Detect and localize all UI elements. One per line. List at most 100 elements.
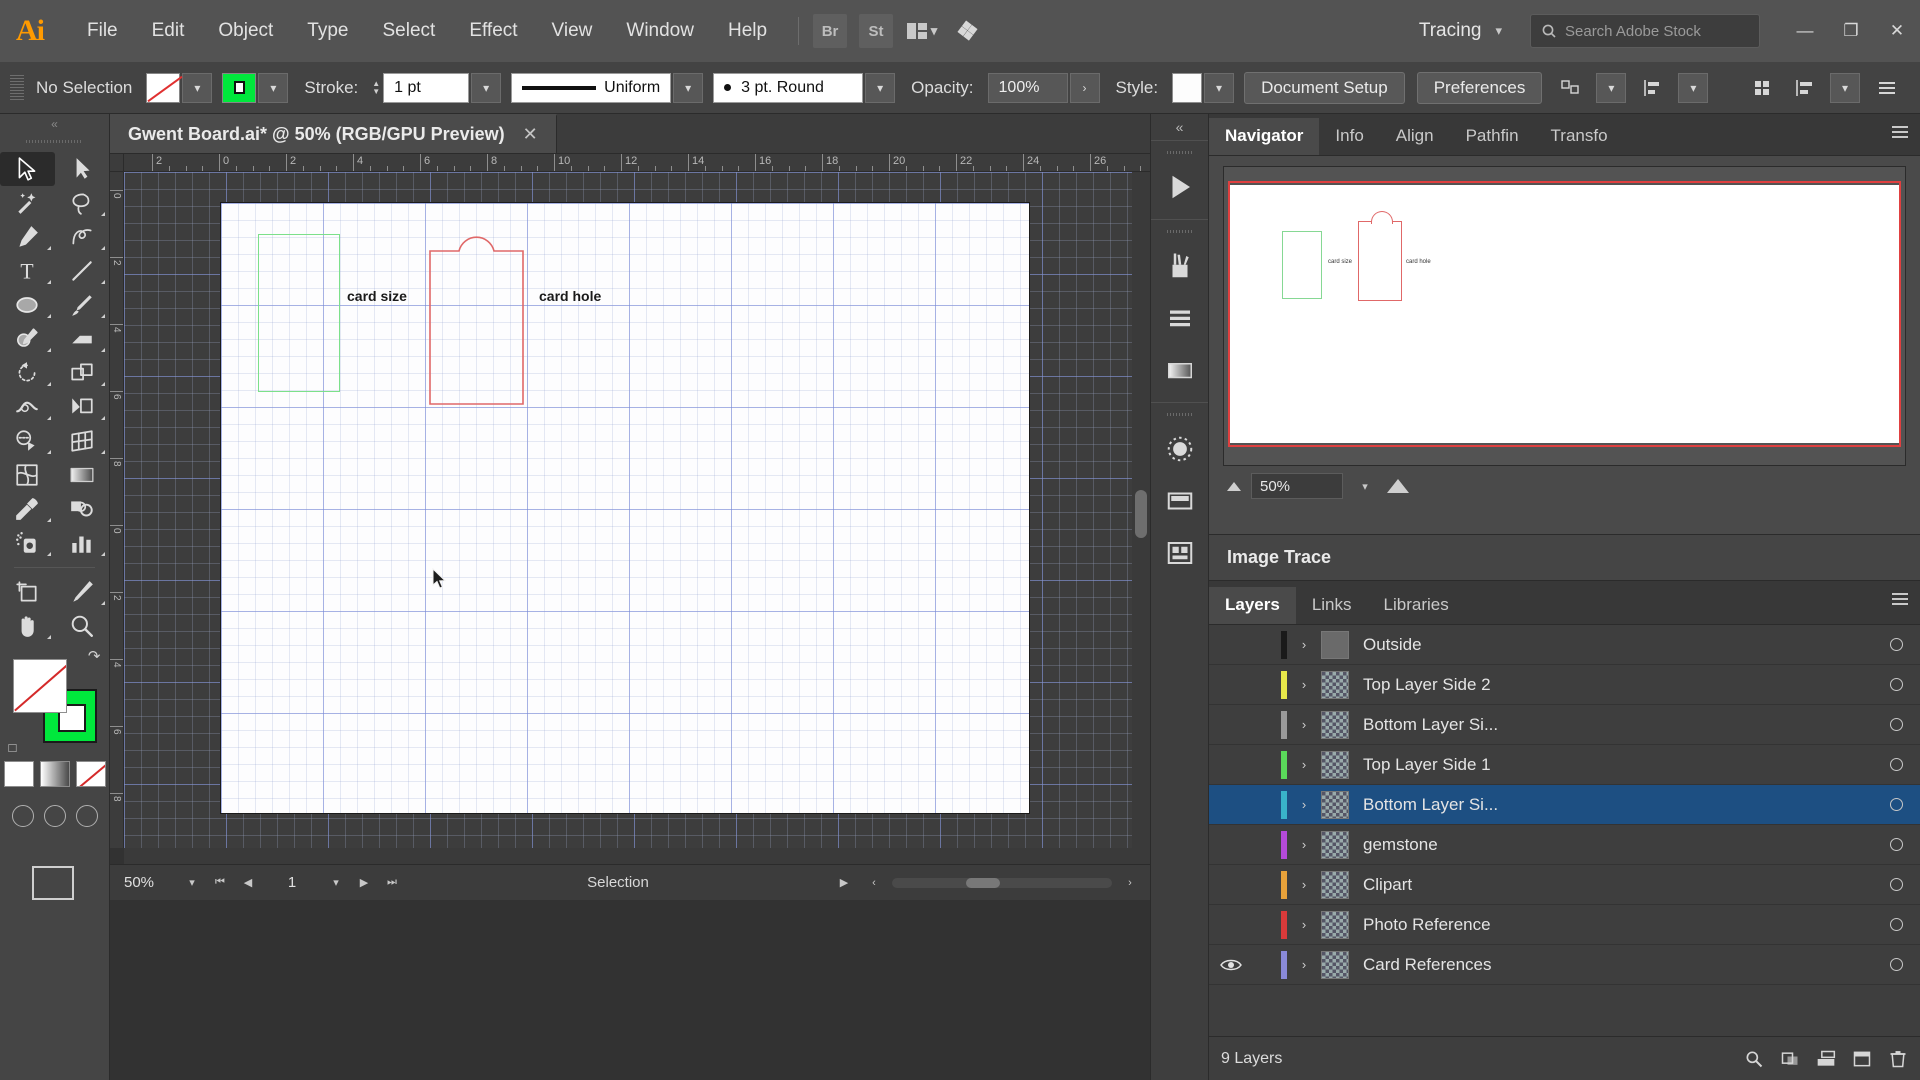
stock-icon[interactable]: St: [859, 14, 893, 48]
stroke-weight-dropdown[interactable]: ▾: [471, 73, 501, 103]
tab-align[interactable]: Align: [1380, 118, 1450, 155]
align-icon[interactable]: [1636, 73, 1670, 103]
tool-ellipse[interactable]: [0, 288, 55, 322]
opacity-options-button[interactable]: ›: [1070, 73, 1100, 103]
zoom-level-value[interactable]: 50%: [118, 871, 180, 895]
fill-color-swatch[interactable]: [146, 73, 180, 103]
rail-symbols-icon[interactable]: [1151, 292, 1208, 344]
tab-pathfinder[interactable]: Pathfin: [1450, 118, 1535, 155]
rail-grip-dots[interactable]: [1167, 409, 1192, 419]
zoom-dropdown-icon[interactable]: ▾: [180, 871, 204, 895]
layer-target-indicator[interactable]: [1872, 718, 1920, 731]
stroke-profile-dropdown[interactable]: ▾: [673, 73, 703, 103]
previous-artboard-button[interactable]: ◀: [236, 871, 260, 895]
tool-mesh[interactable]: [0, 458, 55, 492]
tool-gradient[interactable]: [55, 458, 110, 492]
status-scroll-right-icon[interactable]: ›: [1118, 871, 1142, 895]
chevron-right-icon[interactable]: ›: [1287, 837, 1321, 852]
tool-pen[interactable]: [0, 220, 55, 254]
tool-zoom[interactable]: [55, 609, 110, 643]
artboard-dropdown-icon[interactable]: ▾: [324, 871, 348, 895]
tool-shaper[interactable]: [0, 322, 55, 356]
rail-grip-dots[interactable]: [1167, 226, 1192, 236]
create-sublayer-icon[interactable]: [1816, 1049, 1836, 1069]
tool-free-transform[interactable]: [55, 390, 110, 424]
tool-artboard[interactable]: [0, 575, 55, 609]
tool-scale[interactable]: [55, 356, 110, 390]
default-fill-stroke-icon[interactable]: □: [9, 740, 17, 755]
next-artboard-button[interactable]: ▶: [352, 871, 376, 895]
canvas-vertical-scrollbar[interactable]: [1132, 172, 1150, 848]
rail-grip-dots[interactable]: [1167, 147, 1192, 157]
tool-type[interactable]: T: [0, 254, 55, 288]
status-scroll-left-icon[interactable]: ‹: [862, 871, 886, 895]
zoom-out-icon[interactable]: [1227, 482, 1241, 491]
rail-libraries-icon[interactable]: [1151, 527, 1208, 579]
draw-behind-button[interactable]: [44, 805, 66, 827]
fill-swatch-large[interactable]: [13, 659, 67, 713]
image-trace-panel-header[interactable]: Image Trace: [1209, 534, 1920, 581]
layer-row[interactable]: ›Photo Reference: [1209, 905, 1920, 945]
draw-inside-button[interactable]: [76, 805, 98, 827]
brush-definition-select[interactable]: 3 pt. Round: [713, 73, 863, 103]
rail-swatches-icon[interactable]: [1151, 475, 1208, 527]
layer-target-indicator[interactable]: [1872, 678, 1920, 691]
stroke-color-swatch[interactable]: [222, 73, 256, 103]
tab-navigator[interactable]: Navigator: [1209, 118, 1319, 155]
distribute-dropdown[interactable]: ▾: [1830, 73, 1860, 103]
tool-eraser[interactable]: [55, 322, 110, 356]
layer-name[interactable]: Outside: [1363, 635, 1872, 655]
menu-view[interactable]: View: [535, 14, 610, 48]
ruler-corner[interactable]: [110, 154, 124, 172]
graphic-style-swatch[interactable]: [1172, 73, 1202, 103]
tool-shape-builder[interactable]: [0, 424, 55, 458]
layer-name[interactable]: Top Layer Side 1: [1363, 755, 1872, 775]
artboard[interactable]: card size card hole: [220, 202, 1030, 814]
distribute-icon[interactable]: [1788, 73, 1822, 103]
first-artboard-button[interactable]: ⏮: [208, 871, 232, 895]
chevron-right-icon[interactable]: ›: [1287, 877, 1321, 892]
card-hole-shape[interactable]: [429, 223, 524, 405]
tab-transform[interactable]: Transfo: [1535, 118, 1624, 155]
chevron-right-icon[interactable]: ›: [1287, 957, 1321, 972]
maximize-button[interactable]: ❐: [1828, 0, 1874, 62]
menu-window[interactable]: Window: [609, 14, 711, 48]
canvas-area[interactable]: card size card hole: [124, 172, 1150, 848]
opacity-value[interactable]: 100%: [988, 73, 1068, 103]
tool-perspective-grid[interactable]: [55, 424, 110, 458]
arrange-documents-icon[interactable]: ▾: [905, 14, 939, 48]
layer-row[interactable]: ›Card References: [1209, 945, 1920, 985]
layer-target-indicator[interactable]: [1872, 758, 1920, 771]
chevron-right-icon[interactable]: ›: [1287, 717, 1321, 732]
minimize-button[interactable]: —: [1782, 0, 1828, 62]
bridge-icon[interactable]: Br: [813, 14, 847, 48]
layers-panel-options-icon[interactable]: [1890, 591, 1910, 612]
menu-effect[interactable]: Effect: [452, 14, 534, 48]
screen-mode-button[interactable]: [0, 870, 110, 900]
grid-view-icon[interactable]: [1748, 73, 1782, 103]
rail-brushes-icon[interactable]: [1151, 240, 1208, 292]
rail-collapse-button[interactable]: «: [1151, 114, 1208, 140]
preferences-button[interactable]: Preferences: [1417, 72, 1543, 104]
tool-selection[interactable]: [0, 152, 55, 186]
layers-list[interactable]: ›Outside›Top Layer Side 2›Bottom Layer S…: [1209, 625, 1920, 1036]
draw-normal-button[interactable]: [12, 805, 34, 827]
layer-row[interactable]: ›Top Layer Side 2: [1209, 665, 1920, 705]
tool-lasso[interactable]: [55, 186, 110, 220]
layer-row[interactable]: ›Outside: [1209, 625, 1920, 665]
delete-layer-icon[interactable]: [1888, 1049, 1908, 1069]
select-similar-dropdown[interactable]: ▾: [1596, 73, 1626, 103]
zoom-in-icon[interactable]: [1387, 479, 1409, 493]
last-artboard-button[interactable]: ⏭: [380, 871, 404, 895]
tool-direct-selection[interactable]: [55, 152, 110, 186]
toolbar-collapse-button[interactable]: [0, 114, 109, 134]
layer-target-indicator[interactable]: [1872, 798, 1920, 811]
zoom-control[interactable]: 50% ▾: [118, 871, 204, 895]
canvas-horizontal-scrollbar[interactable]: [124, 848, 1150, 864]
layer-row[interactable]: ›Top Layer Side 1: [1209, 745, 1920, 785]
workspace-switcher[interactable]: Tracing ▾: [1403, 16, 1518, 46]
layer-target-indicator[interactable]: [1872, 958, 1920, 971]
panel-menu-icon[interactable]: [1870, 73, 1904, 103]
make-clipping-mask-icon[interactable]: [1780, 1049, 1800, 1069]
layer-name[interactable]: Top Layer Side 2: [1363, 675, 1872, 695]
